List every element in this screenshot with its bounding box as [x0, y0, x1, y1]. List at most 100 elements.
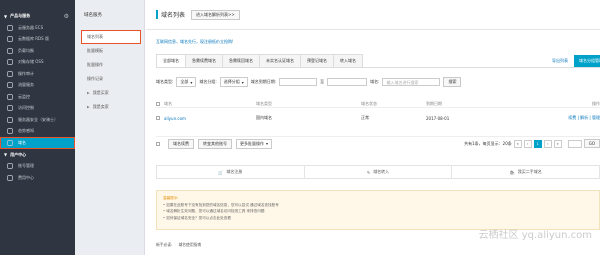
type-select[interactable]: 全部 ▾: [176, 77, 197, 87]
transfer-in-action[interactable]: ✎ 域名转入: [305, 166, 453, 178]
sidebar-item-label: 云服务器 ECS: [18, 24, 44, 30]
sidebar-item-p-9[interactable]: 态势感知: [0, 126, 75, 138]
subnav-item-batch-ops[interactable]: 批量操作: [75, 58, 144, 72]
sidebar-item-u-0[interactable]: 账号管理: [0, 161, 75, 173]
page-number-current[interactable]: 1: [533, 139, 542, 148]
sidebar-item-u-1[interactable]: 费用中心: [0, 172, 75, 184]
tab-renew[interactable]: 急需续费域名: [185, 54, 223, 67]
footer-select-all-checkbox[interactable]: [156, 141, 160, 146]
col-header-domain: 域名: [164, 100, 172, 106]
subnav-item-label: 我是卖家: [92, 104, 109, 109]
cart-icon: 🛒: [218, 169, 224, 175]
domain-search-input[interactable]: 输入域名进行搜索: [382, 78, 441, 86]
col-header-expiry: 到期日期: [426, 100, 442, 106]
transfer-account-button[interactable]: 转变其他账号: [198, 138, 232, 149]
storage-icon: [6, 58, 14, 66]
sidebar-item-label: 账号管理: [18, 163, 34, 169]
tab-redeem[interactable]: 急需赎回域名: [222, 54, 260, 67]
user-icon: [6, 162, 14, 170]
last-page-icon[interactable]: »: [553, 139, 562, 148]
sidebar-item-label: 云数据库 RDS 版: [18, 36, 49, 42]
type-select-value: 全部: [180, 79, 189, 84]
sidebar-item-p-6[interactable]: 云监控: [0, 91, 75, 103]
guide-link[interactable]: 域名使用指南: [178, 242, 201, 248]
tips-box: 温馨提示: • 如果在此账号下没有找到您的域名信息，您可以尝试 通过域名查找账号…: [156, 190, 600, 230]
tab-preregister[interactable]: 预登记域名: [300, 54, 334, 67]
go-button[interactable]: GO: [583, 139, 600, 148]
sidebar-item-p-1[interactable]: 云数据库 RDS 版: [0, 34, 75, 46]
audit-icon: [6, 70, 14, 78]
sidebar-item-p-4[interactable]: 操作审计: [0, 68, 75, 80]
renew-button[interactable]: 域名续费: [168, 138, 194, 149]
shield-icon: [6, 116, 14, 124]
database-icon: [6, 35, 14, 43]
subnav-item-op-log[interactable]: 操作记录: [75, 72, 144, 86]
tab-transfer-in[interactable]: 转入域名: [333, 54, 363, 67]
expiry-start-input[interactable]: [279, 78, 318, 86]
domain-status: 正常: [361, 115, 369, 120]
sidebar-item-p-2[interactable]: 负载均衡: [0, 45, 75, 57]
select-all-checkbox[interactable]: [156, 101, 160, 106]
sidebar-item-label: 负载均衡: [18, 47, 34, 53]
sidebar-item-label: 态势感知: [18, 128, 34, 134]
col-header-type: 域名类型: [256, 100, 272, 106]
filter-bar: 域名类型: 全部 ▾ 域名分组: 选择分组 ▾ 域名到期日期: 至 域名: 输入域名…: [156, 77, 462, 87]
sidebar-group-products[interactable]: ▼ 产品与服务 ⚙: [0, 10, 75, 22]
subnav-item-domain-list[interactable]: 域名列表: [81, 30, 141, 44]
radar-icon: [6, 127, 14, 135]
promo-notice-link[interactable]: 互联网信息，域名先行，现注册低价立抢购!: [156, 39, 234, 45]
sidebar-item-p-5[interactable]: 流量服务: [0, 80, 75, 92]
tab-actions: 导出列表 域名分组管理: [552, 54, 600, 67]
sidebar-item-p-0[interactable]: 云服务器 ECS: [0, 22, 75, 34]
guide-row: 新手必读: 域名使用指南: [156, 242, 201, 248]
sidebar-item-p-3[interactable]: 对象存储 OSS: [0, 57, 75, 69]
dns-list-button[interactable]: 进入域名解析列表>>: [191, 9, 240, 20]
caret-down-icon: ▼: [4, 152, 8, 157]
sidebar-item-p-7[interactable]: 访问控制: [0, 103, 75, 115]
page-jump-input[interactable]: [567, 139, 582, 148]
tab-label: 未实名认证域名: [266, 58, 294, 63]
buy-secondhand-action[interactable]: 🛍 我买二手域名: [452, 166, 599, 178]
first-page-icon[interactable]: «: [513, 139, 522, 148]
group-select[interactable]: 选择分组 ▾: [219, 77, 248, 87]
gear-icon[interactable]: ⚙: [64, 13, 69, 20]
sidebar-item-p-8[interactable]: 服务器安全（安骑士）: [0, 114, 75, 126]
subnav-item-label: 批量操作: [87, 62, 103, 67]
sidebar-group-user[interactable]: ▼ 用户中心: [0, 149, 75, 161]
domain-link[interactable]: aliyun.com: [164, 116, 256, 121]
register-domain-action[interactable]: 🛒 域名注册: [157, 166, 305, 178]
more-batch-select[interactable]: 更多批量操作 ▾: [236, 138, 273, 149]
subnav-item-batch-template[interactable]: 批量模板: [75, 44, 144, 58]
tab-label: 全部域名: [163, 58, 179, 63]
caret-right-icon: ▶: [87, 105, 90, 109]
prev-page-icon[interactable]: ‹: [523, 139, 532, 148]
group-manage-button[interactable]: 域名分组管理: [574, 54, 600, 67]
subnav-item-buyer[interactable]: ▶ 我是买家: [75, 86, 144, 100]
tab-all[interactable]: 全部域名: [156, 54, 186, 67]
domain-expiry: 2017-08-01: [426, 115, 450, 121]
search-button[interactable]: 搜索: [443, 77, 462, 87]
access-icon: [6, 104, 14, 112]
subnav-item-label: 操作记录: [87, 76, 103, 81]
next-page-icon[interactable]: ›: [543, 139, 552, 148]
tip-line: • 如何保证域名安全？您可以点击此处查看: [163, 215, 231, 220]
chevron-down-icon: ▾: [241, 79, 244, 85]
group-filter-label: 域名分组:: [199, 79, 217, 84]
subnav-item-seller[interactable]: ▶ 我是卖家: [75, 100, 144, 114]
topbar: 域名列表 进入域名解析列表>>: [146, 0, 600, 30]
row-checkbox[interactable]: [156, 116, 160, 120]
tab-label: 预登记域名: [307, 58, 327, 63]
tab-bar: 全部域名 急需续费域名 急需赎回域名 未实名认证域名 预登记域名 转入域名 导出…: [156, 54, 600, 68]
expiry-end-input[interactable]: [327, 78, 368, 86]
sidebar-item-label: 对象存储 OSS: [18, 59, 44, 65]
sidebar-item-p-10[interactable]: 域名: [0, 137, 75, 149]
expiry-filter-label: 域名到期日期:: [250, 79, 277, 84]
sidebar-group-label: 产品与服务: [10, 13, 31, 18]
tab-unverified[interactable]: 未实名认证域名: [259, 54, 301, 67]
chevron-down-icon: ▾: [266, 141, 269, 146]
sidebar-item-label: 操作审计: [18, 70, 34, 76]
sidebar-group-label: 用户中心: [10, 151, 27, 157]
tab-label: 急需续费域名: [192, 58, 216, 63]
row-actions-links[interactable]: 续费 | 解析 | 管理: [568, 115, 600, 121]
export-list-link[interactable]: 导出列表: [552, 58, 568, 64]
